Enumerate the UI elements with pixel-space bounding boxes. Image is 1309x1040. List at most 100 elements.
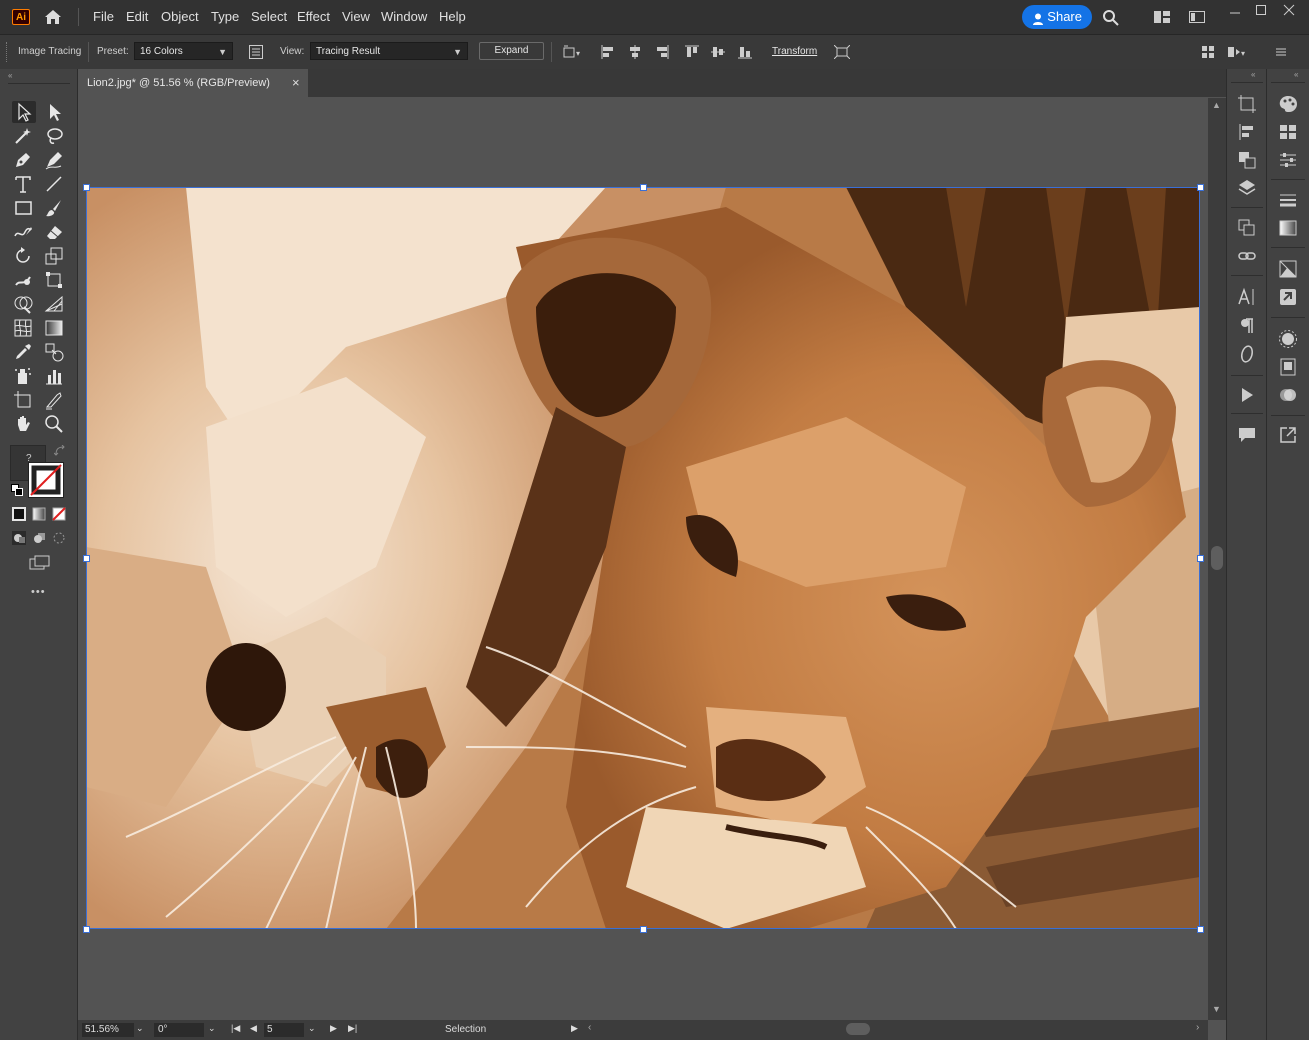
align-vertical-center-icon[interactable] — [711, 45, 725, 59]
transparency-panel-icon[interactable] — [1278, 385, 1298, 405]
perspective-icon[interactable] — [43, 293, 67, 315]
gradient-mode-icon[interactable] — [32, 507, 46, 521]
vertical-scrollbar[interactable]: ▲ ▼ — [1208, 98, 1226, 1020]
artboard-number-field[interactable]: 5 — [264, 1023, 304, 1037]
image-trace-panel-icon[interactable] — [1278, 259, 1298, 279]
pen-icon[interactable] — [12, 149, 36, 171]
preset-dropdown[interactable]: 16 Colors ▼ — [134, 42, 233, 60]
transform-panel-icon[interactable] — [1237, 218, 1257, 238]
vertical-scroll-thumb[interactable] — [1211, 546, 1223, 570]
rotation-dropdown-icon[interactable]: ⌄ — [208, 1023, 216, 1034]
align-bottom-icon[interactable] — [738, 45, 752, 59]
artboard-icon[interactable] — [12, 389, 36, 411]
curvature-icon[interactable] — [43, 149, 67, 171]
horizontal-scroll-thumb[interactable] — [846, 1023, 870, 1035]
last-artboard-icon[interactable]: ▶| — [348, 1023, 357, 1034]
graphic-styles-icon[interactable] — [1278, 357, 1298, 377]
menu-window[interactable]: Window — [381, 9, 427, 24]
isolate-object-icon[interactable] — [833, 44, 851, 60]
home-icon[interactable] — [43, 8, 63, 26]
menu-help[interactable]: Help — [439, 9, 466, 24]
stroke-swatch[interactable] — [28, 462, 64, 498]
shape-builder-icon[interactable] — [12, 293, 36, 315]
search-icon[interactable] — [1102, 9, 1119, 26]
collapse-dock-icon[interactable]: « — [1251, 70, 1255, 79]
close-window-icon[interactable] — [1276, 3, 1302, 21]
none-mode-icon[interactable] — [52, 507, 66, 521]
minimize-icon[interactable] — [1222, 3, 1248, 21]
align-left-icon[interactable] — [601, 45, 615, 59]
appearance-panel-icon[interactable] — [1278, 329, 1298, 349]
align-horizontal-center-icon[interactable] — [628, 45, 642, 59]
gradient-icon[interactable] — [43, 317, 67, 339]
export-for-screens-icon[interactable] — [1278, 287, 1298, 307]
properties-panel-icon[interactable] — [1278, 150, 1298, 170]
color-mode-icon[interactable] — [12, 507, 26, 521]
scroll-left-icon[interactable]: ‹ — [588, 1022, 591, 1033]
traced-lion-image[interactable] — [86, 187, 1200, 929]
rotate-icon[interactable] — [12, 245, 36, 267]
color-panel-icon[interactable] — [1278, 94, 1298, 114]
expand-button[interactable]: Expand — [479, 42, 544, 60]
actions-panel-icon[interactable] — [1237, 385, 1257, 405]
resize-handle-tr[interactable] — [1197, 184, 1204, 191]
align-panel-icon[interactable] — [1237, 122, 1257, 142]
direct-selection-tool-icon[interactable] — [43, 101, 67, 123]
pathfinder-panel-icon[interactable] — [1237, 150, 1257, 170]
resize-handle-br[interactable] — [1197, 926, 1204, 933]
layers-panel-icon[interactable] — [1237, 178, 1257, 198]
magic-wand-icon[interactable] — [12, 125, 36, 147]
paintbrush-icon[interactable] — [43, 197, 67, 219]
image-trace-panel-icon[interactable] — [248, 44, 264, 60]
transform-link[interactable]: Transform — [772, 46, 817, 57]
arrange-icon[interactable] — [1201, 45, 1215, 59]
character-panel-icon[interactable] — [1237, 287, 1257, 307]
draw-inside-icon[interactable] — [52, 531, 66, 545]
resize-handle-bl[interactable] — [83, 926, 90, 933]
type-icon[interactable] — [12, 173, 36, 195]
column-graph-icon[interactable] — [43, 365, 67, 387]
collapse-icon[interactable]: « — [8, 71, 12, 80]
lasso-icon[interactable] — [43, 125, 67, 147]
scale-icon[interactable] — [43, 245, 67, 267]
default-fill-stroke-icon[interactable] — [11, 484, 23, 496]
swatches-panel-icon[interactable] — [1278, 122, 1298, 142]
stroke-panel-icon[interactable] — [1278, 190, 1298, 210]
align-top-icon[interactable] — [685, 45, 699, 59]
mesh-icon[interactable] — [12, 317, 36, 339]
arrange-documents-icon[interactable] — [1154, 10, 1170, 24]
artboard-dropdown-icon[interactable]: ⌄ — [308, 1023, 316, 1034]
eraser-icon[interactable] — [43, 221, 67, 243]
workspace-switcher-icon[interactable] — [1189, 10, 1205, 24]
next-artboard-icon[interactable]: ▶ — [330, 1023, 337, 1034]
menu-select[interactable]: Select — [251, 9, 287, 24]
rectangle-icon[interactable] — [12, 197, 36, 219]
line-icon[interactable] — [43, 173, 67, 195]
document-tab[interactable]: Lion2.jpg* @ 51.56 % (RGB/Preview) × — [78, 69, 308, 97]
free-transform-icon[interactable] — [43, 269, 67, 291]
distribute-icon[interactable]: ▾ — [1227, 45, 1247, 59]
draw-behind-icon[interactable] — [32, 531, 46, 545]
symbol-sprayer-icon[interactable] — [12, 365, 36, 387]
menu-view[interactable]: View — [342, 9, 370, 24]
zoom-dropdown-icon[interactable]: ⌄ — [136, 1023, 144, 1034]
shaper-icon[interactable] — [12, 221, 36, 243]
paragraph-panel-icon[interactable] — [1237, 316, 1257, 336]
resize-handle-t[interactable] — [640, 184, 647, 191]
slice-icon[interactable] — [43, 389, 67, 411]
artboards-panel-icon[interactable] — [1237, 94, 1257, 114]
align-right-icon[interactable] — [655, 45, 669, 59]
menu-file[interactable]: File — [93, 9, 114, 24]
menu-edit[interactable]: Edit — [126, 9, 148, 24]
share-button[interactable]: Share — [1022, 5, 1092, 29]
menu-type[interactable]: Type — [211, 9, 239, 24]
menu-effect[interactable]: Effect — [297, 9, 330, 24]
eyedropper-icon[interactable] — [12, 341, 36, 363]
hand-icon[interactable] — [12, 413, 36, 435]
zoom-field[interactable]: 51.56% — [82, 1023, 134, 1037]
comments-panel-icon[interactable] — [1237, 425, 1257, 445]
resize-handle-tl[interactable] — [83, 184, 90, 191]
resize-handle-l[interactable] — [83, 555, 90, 562]
links-panel-icon[interactable] — [1237, 246, 1257, 266]
first-artboard-icon[interactable]: |◀ — [231, 1023, 240, 1034]
